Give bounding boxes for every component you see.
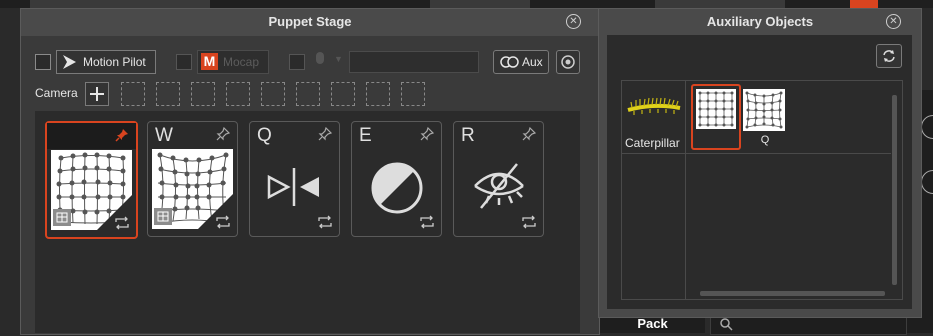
mocap-checkbox[interactable] [176,54,192,70]
loop-icon[interactable] [114,216,130,230]
mocap-icon: M [201,53,218,70]
microphone-icon[interactable] [316,52,324,64]
flip-icon [267,168,319,206]
aux-toggle-icon [500,56,519,68]
mocap-button[interactable]: M Mocap [197,50,269,74]
motion-pilot-button[interactable]: Motion Pilot [56,50,156,74]
card-key: W [155,125,173,146]
refresh-icon [883,50,895,62]
search-icon [720,318,733,331]
aux-item-label: Q [760,134,770,146]
caterpillar-label: Caterpillar [625,136,680,150]
motion-card[interactable]: Q [249,121,340,237]
puppet-stage-title: Puppet Stage [268,14,352,29]
loop-icon[interactable] [317,215,333,229]
mic-checkbox[interactable] [289,54,305,70]
audio-device-field[interactable] [349,51,479,73]
contrast-icon [371,162,423,214]
aux-item[interactable]: Q [743,86,787,148]
camera-slot[interactable] [191,82,215,106]
mesh-grid-thumbnail [696,89,736,129]
aux-item[interactable] [691,84,741,150]
camera-slot[interactable] [401,82,425,106]
pin-icon[interactable] [216,127,230,141]
card-key: Q [257,125,272,146]
warped-mesh-thumbnail [743,89,785,131]
vertical-scrollbar[interactable] [892,95,897,285]
motion-card[interactable]: E [351,121,442,237]
plus-icon [90,87,104,101]
card-key: R [461,125,475,146]
pin-icon[interactable] [318,127,332,141]
pin-icon[interactable] [115,128,129,142]
add-camera-button[interactable] [85,82,109,106]
card-key: E [359,125,372,146]
camera-slot[interactable] [366,82,390,106]
eye-hidden-icon [474,163,524,209]
motion-pilot-icon [63,55,76,69]
aux-label: Aux [522,55,543,69]
background-toolbar [0,0,933,8]
camera-label: Camera [35,86,78,100]
aux-button[interactable]: Aux [493,50,549,74]
caterpillar-category[interactable]: Caterpillar [622,81,685,153]
loop-icon[interactable] [419,215,435,229]
camera-slot[interactable] [296,82,320,106]
motion-pilot-label: Motion Pilot [83,55,146,69]
horizontal-scrollbar[interactable] [700,291,885,296]
close-icon[interactable]: ✕ [886,14,901,29]
motion-card[interactable] [45,121,138,239]
settings-button[interactable] [556,50,580,74]
motion-pilot-checkbox[interactable] [35,54,51,70]
loop-icon[interactable] [521,215,537,229]
motion-card[interactable]: R [453,121,544,237]
camera-slot[interactable] [226,82,250,106]
divider [685,80,686,299]
caterpillar-icon [627,97,681,115]
auxiliary-objects-title: Auxiliary Objects [706,14,814,29]
camera-slot[interactable] [331,82,355,106]
camera-slot[interactable] [121,82,145,106]
divider [621,153,891,154]
pin-icon[interactable] [420,127,434,141]
refresh-button[interactable] [876,44,902,68]
motion-card[interactable]: W [147,121,238,237]
loop-icon[interactable] [215,215,231,229]
gear-icon [561,55,575,69]
camera-slot[interactable] [261,82,285,106]
mocap-label: Mocap [223,55,260,69]
chevron-down-icon[interactable]: ▼ [334,54,343,64]
camera-slot[interactable] [156,82,180,106]
pin-icon[interactable] [522,127,536,141]
close-icon[interactable]: ✕ [566,14,581,29]
